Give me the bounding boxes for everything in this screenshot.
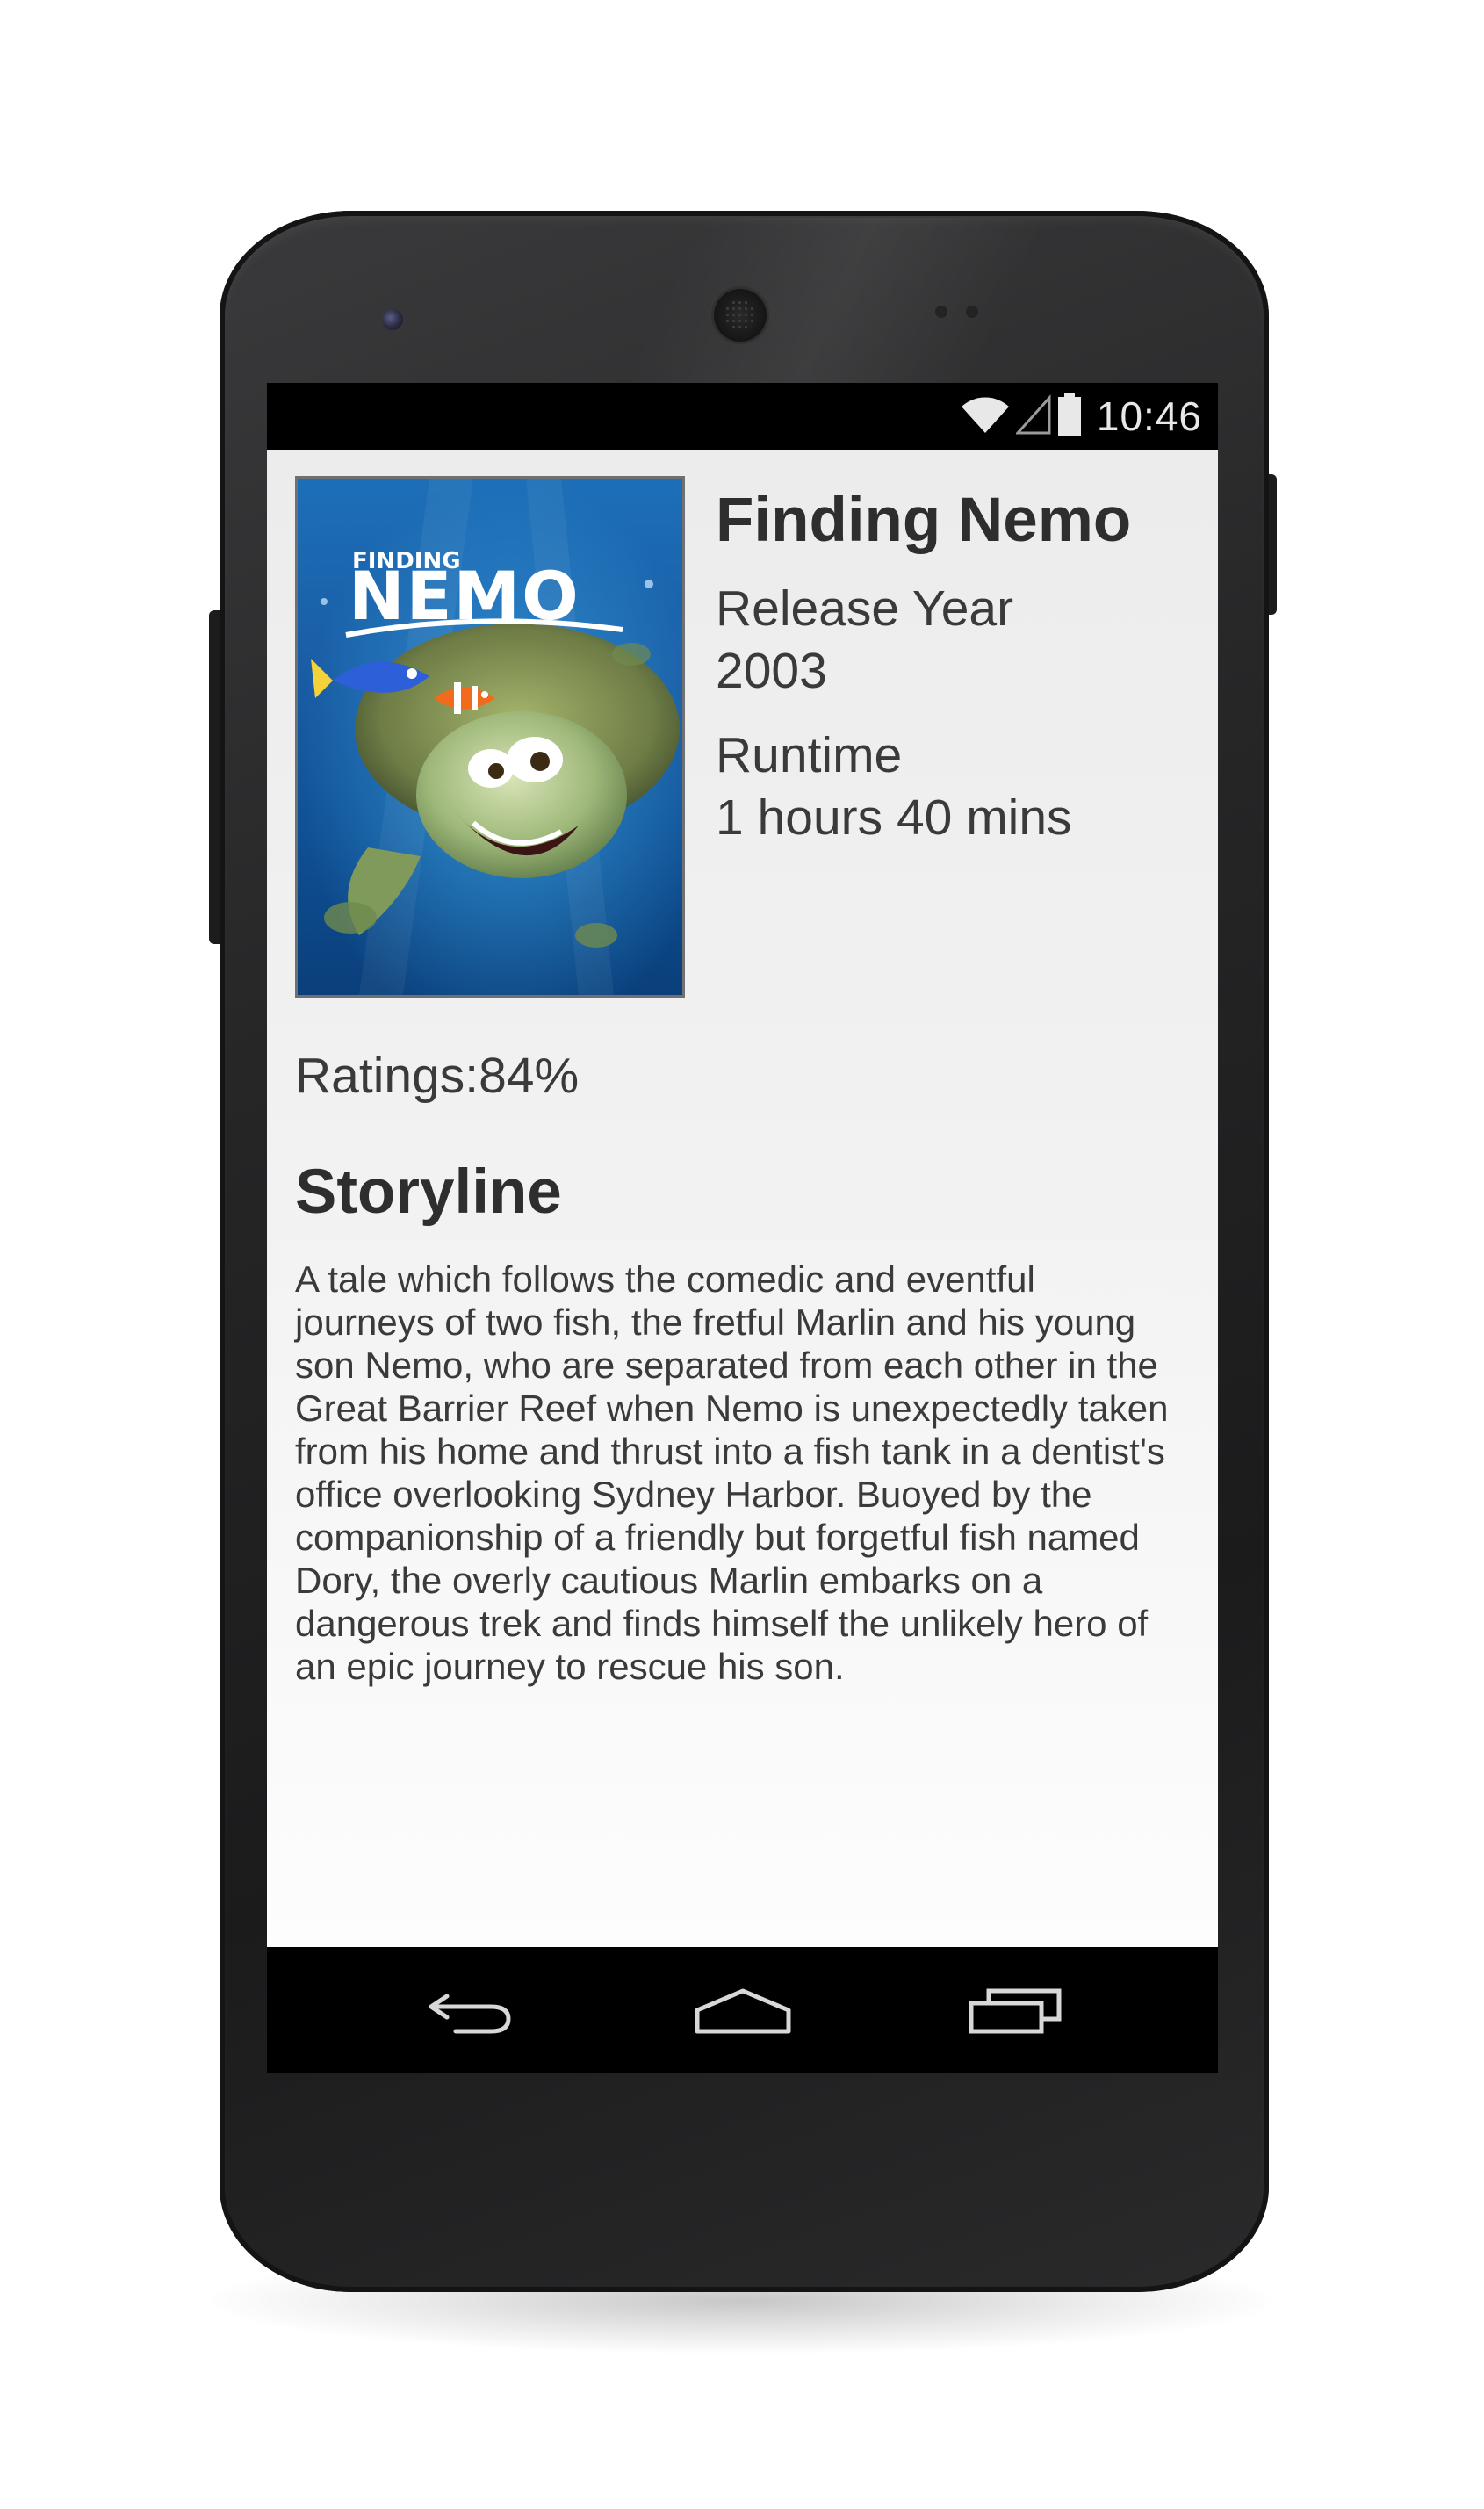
movie-detail-view: FINDING NEMO Finding Nemo Release Year 2… — [267, 450, 1218, 1947]
back-button[interactable] — [399, 1966, 539, 2054]
status-bar: 10:46 — [267, 383, 1218, 450]
proximity-sensor — [935, 306, 947, 318]
release-year-value: 2003 — [716, 643, 827, 699]
recent-apps-button[interactable] — [945, 1966, 1085, 2054]
storyline-heading: Storyline — [295, 1157, 562, 1227]
battery-icon — [1056, 393, 1083, 441]
poster-artwork: FINDING NEMO — [298, 479, 682, 995]
home-button[interactable] — [673, 1966, 813, 2054]
movie-poster: FINDING NEMO — [295, 476, 685, 998]
status-time: 10:46 — [1096, 393, 1202, 439]
front-camera-icon — [382, 309, 403, 330]
speaker-grille — [724, 299, 756, 331]
cell-signal-icon — [1014, 393, 1051, 439]
storyline-text: A tale which follows the comedic and eve… — [295, 1258, 1169, 1687]
wifi-icon — [960, 394, 1011, 439]
navigation-bar — [267, 1947, 1218, 2073]
screen: 10:46 FINDING NEMO Finding Nemo Release … — [267, 383, 1218, 2073]
stage: 10:46 FINDING NEMO Finding Nemo Release … — [0, 0, 1484, 2509]
poster-title-large: NEMO — [349, 557, 580, 635]
release-year-label: Release Year — [716, 580, 1014, 637]
home-icon — [695, 1988, 791, 2034]
recent-apps-icon — [969, 1988, 1062, 2034]
light-sensor — [966, 306, 978, 318]
back-icon — [429, 1994, 511, 2034]
runtime-label: Runtime — [716, 727, 903, 783]
status-icons: 10:46 — [960, 383, 1202, 450]
runtime-value: 1 hours 40 mins — [716, 789, 1072, 846]
ratings-text: Ratings:84% — [295, 1048, 580, 1104]
movie-title: Finding Nemo — [716, 486, 1132, 555]
